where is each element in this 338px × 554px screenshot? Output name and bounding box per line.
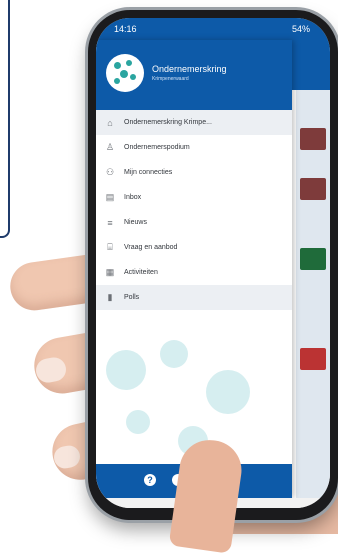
feed-thumbnail[interactable] [300,248,326,270]
menu-item-inbox[interactable]: ▤ Inbox [96,185,292,210]
menu-item-news[interactable]: ≡ Nieuws [96,210,292,235]
feed-thumbnail[interactable] [300,128,326,150]
menu-item-home[interactable]: ⌂ Ondernemerskring Krimpe... [96,110,292,135]
person-icon: ♙ [105,142,115,152]
navigation-drawer: Ondernemerskring Krimpenerwaard ⌂ Ondern… [96,40,292,498]
menu-item-polls[interactable]: ▮ Polls [96,285,292,310]
decorative-bubbles [96,340,292,460]
help-icon[interactable]: ? [144,474,156,486]
menu-item-label: Ondernemerskring Krimpe... [124,119,212,126]
status-time: 14:16 [114,24,137,34]
feed-thumbnail[interactable] [300,178,326,200]
feed-thumbnail[interactable] [300,348,326,370]
menu-item-label: Mijn connecties [124,169,173,176]
news-icon: ≡ [107,217,113,228]
menu-item-label: Activiteiten [124,269,158,276]
menu-item-activities[interactable]: ▦ Activiteiten [96,260,292,285]
menu-item-label: Inbox [124,194,142,201]
org-logo-icon [106,54,144,92]
connections-icon: ⚇ [105,167,115,177]
menu-item-label: Ondernemerspodium [124,144,190,151]
status-bar: 14:16 54% [96,18,330,40]
menu-item-label: Vraag en aanbod [124,244,178,251]
drawer-header: Ondernemerskring Krimpenerwaard [96,40,292,110]
menu-item-connections[interactable]: ⚇ Mijn connecties [96,160,292,185]
org-subtitle: Krimpenerwaard [152,76,189,82]
menu-item-label: Polls [124,294,140,301]
inbox-icon: ▤ [105,192,115,202]
menu-item-podium[interactable]: ♙ Ondernemerspodium [96,135,292,160]
calendar-icon: ▦ [105,267,115,277]
org-name: Ondernemerskring [152,64,227,74]
home-icon: ⌂ [107,117,113,128]
app-content [296,90,330,500]
menu-item-label: Nieuws [124,219,147,226]
card-border [0,0,10,238]
drawer-menu: ⌂ Ondernemerskring Krimpe... ♙ Onderneme… [96,110,292,310]
poll-icon: ▮ [107,292,113,302]
phone-screen: 14:16 54% Ondernemerskring Krimpenerwaar… [96,18,330,508]
status-battery: 54% [291,24,310,34]
marketplace-icon: ⌸ [107,242,113,252]
menu-item-marketplace[interactable]: ⌸ Vraag en aanbod [96,235,292,260]
